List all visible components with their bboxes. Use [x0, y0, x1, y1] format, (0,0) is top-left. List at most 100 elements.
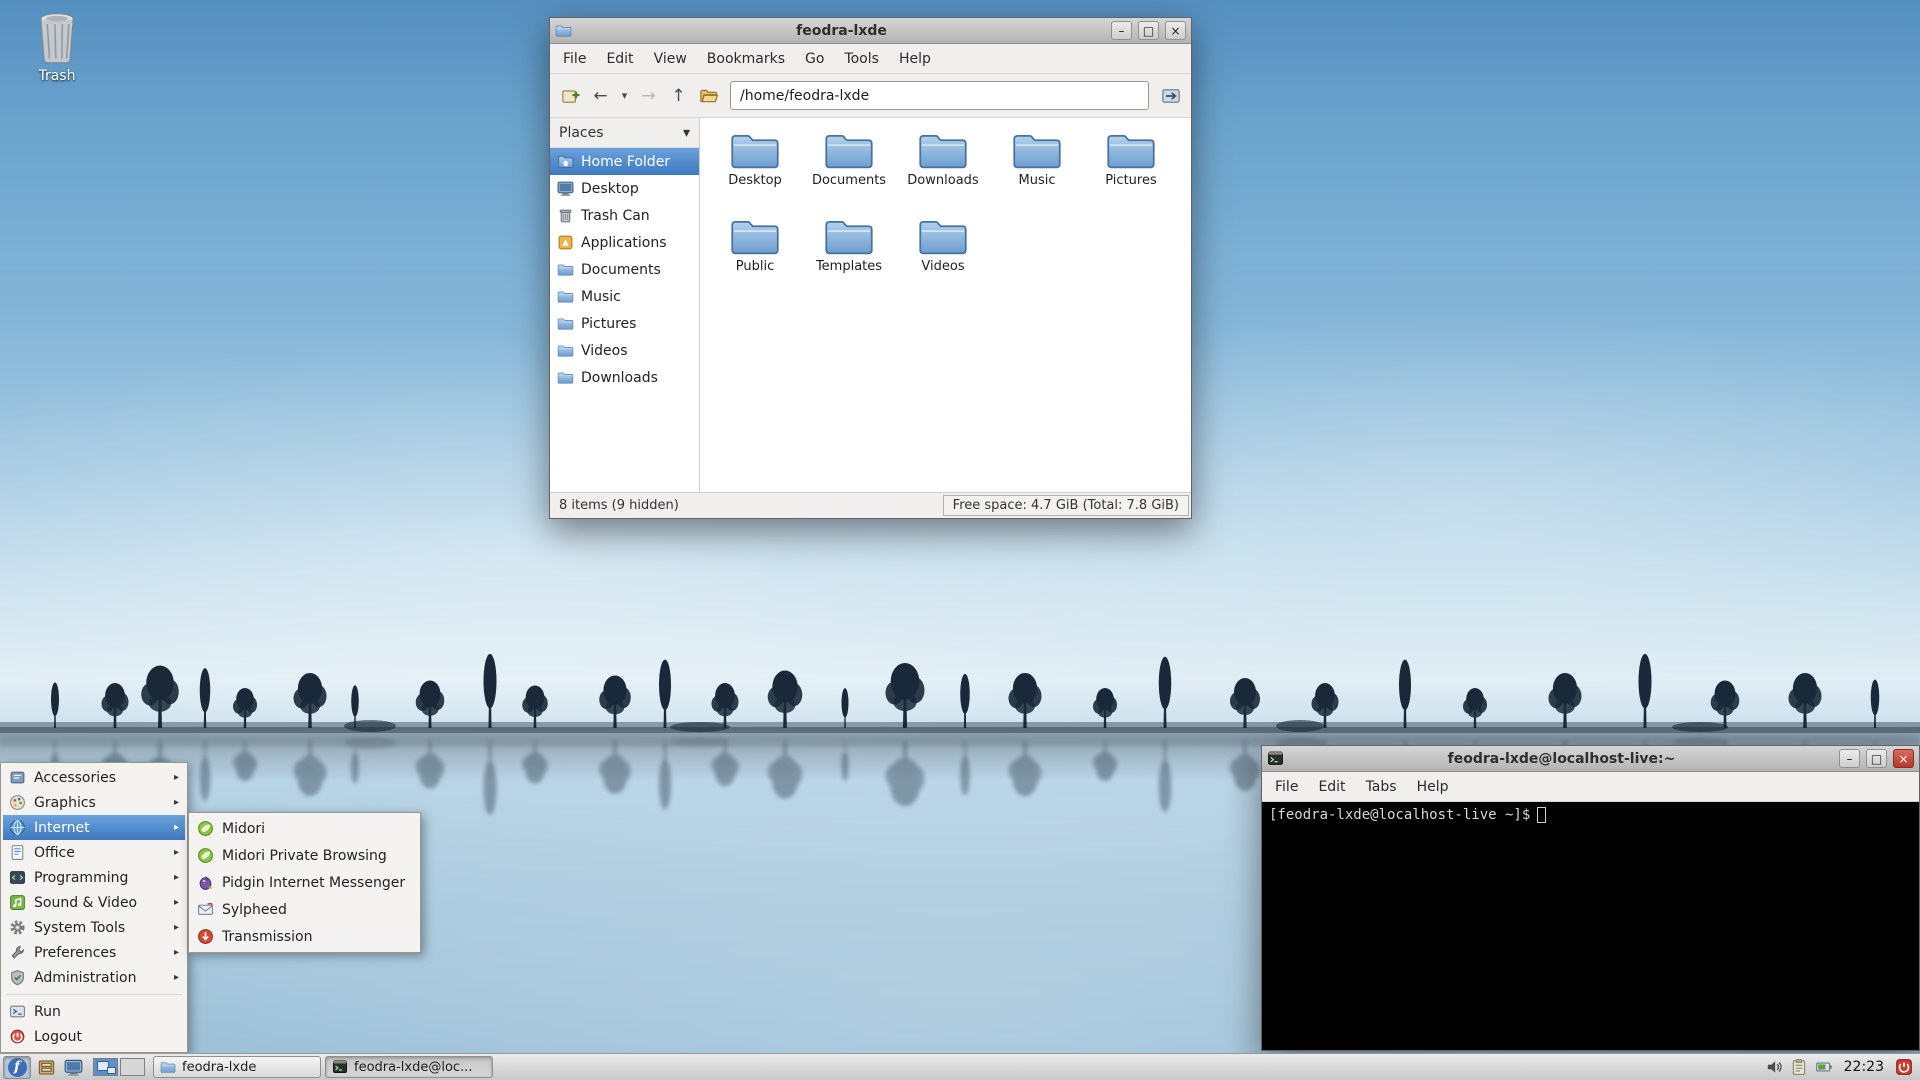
- folder-item-videos[interactable]: Videos: [896, 214, 990, 296]
- submenu-arrow-icon: ▸: [173, 947, 179, 958]
- submenu-item-midori-private[interactable]: Midori Private Browsing: [191, 842, 418, 869]
- sidebar-item-downloads[interactable]: Downloads: [550, 364, 699, 391]
- history-dropdown[interactable]: ▾: [617, 82, 632, 110]
- power-icon[interactable]: [1895, 1058, 1913, 1076]
- trash-icon: [31, 10, 83, 66]
- menu-tabs[interactable]: Tabs: [1357, 775, 1406, 799]
- menu-bookmarks[interactable]: Bookmarks: [698, 47, 794, 71]
- sylpheed-icon: [197, 901, 214, 918]
- sidebar-item-videos[interactable]: Videos: [550, 337, 699, 364]
- system-tray: 22:23: [1765, 1058, 1917, 1076]
- terminal-output[interactable]: [feodra-lxde@localhost-live ~]$: [1262, 802, 1919, 1050]
- terminal-titlebar[interactable]: feodra-lxde@localhost-live:~ – □ ×: [1262, 746, 1919, 772]
- window-title: feodra-lxde@localhost-live:~: [1447, 750, 1676, 767]
- battery-icon[interactable]: [1815, 1058, 1833, 1076]
- menu-help[interactable]: Help: [890, 47, 940, 71]
- file-manager-titlebar[interactable]: feodra-lxde – □ ×: [550, 18, 1191, 44]
- folder-icon: [823, 214, 875, 258]
- file-manager-launcher[interactable]: [35, 1056, 58, 1079]
- folder-item-desktop[interactable]: Desktop: [708, 128, 802, 210]
- menu-file[interactable]: File: [1266, 775, 1307, 799]
- up-button[interactable]: ↑: [665, 82, 692, 110]
- sidebar-item-home-folder[interactable]: Home Folder: [550, 148, 699, 175]
- minimize-button[interactable]: –: [1839, 749, 1860, 768]
- fedora-logo-icon: f: [7, 1057, 27, 1077]
- sidebar-item-applications[interactable]: Applications: [550, 229, 699, 256]
- submenu-item-sylpheed[interactable]: Sylpheed: [191, 896, 418, 923]
- forward-button[interactable]: →: [635, 82, 662, 110]
- workspace-2[interactable]: [120, 1058, 145, 1076]
- menu-view[interactable]: View: [645, 47, 696, 71]
- menu-item-programming[interactable]: Programming ▸: [3, 865, 185, 890]
- places-header[interactable]: Places ▾: [550, 118, 699, 148]
- volume-icon[interactable]: [1765, 1058, 1783, 1076]
- menu-item-accessories[interactable]: Accessories ▸: [3, 765, 185, 790]
- office-icon: [9, 844, 26, 861]
- folder-item-templates[interactable]: Templates: [802, 214, 896, 296]
- terminal-window: feodra-lxde@localhost-live:~ – □ × File …: [1261, 745, 1920, 1051]
- application-menu: Accessories ▸ Graphics ▸ Internet ▸ Offi…: [0, 762, 188, 1053]
- start-menu-button[interactable]: f: [3, 1055, 31, 1079]
- folder-item-documents[interactable]: Documents: [802, 128, 896, 210]
- submenu-item-pidgin[interactable]: Pidgin Internet Messenger: [191, 869, 418, 896]
- jump-to-button[interactable]: [1157, 82, 1184, 110]
- clipboard-icon[interactable]: [1790, 1058, 1808, 1076]
- preferences-icon: [9, 944, 26, 961]
- submenu-item-transmission[interactable]: Transmission: [191, 923, 418, 950]
- menu-item-system-tools[interactable]: System Tools ▸: [3, 915, 185, 940]
- system-tools-icon: [9, 919, 26, 936]
- workspace-1[interactable]: [93, 1058, 118, 1076]
- location-folder-button[interactable]: [695, 82, 722, 110]
- new-tab-icon: [561, 89, 579, 103]
- folder-item-music[interactable]: Music: [990, 128, 1084, 210]
- maximize-button[interactable]: □: [1138, 21, 1159, 40]
- trash-icon: [557, 207, 574, 224]
- folder-item-pictures[interactable]: Pictures: [1084, 128, 1178, 210]
- midori-private-icon: [197, 847, 214, 864]
- back-button[interactable]: ←: [587, 82, 614, 110]
- sidebar-item-desktop[interactable]: Desktop: [550, 175, 699, 202]
- folder-icon: [160, 1059, 176, 1075]
- close-button[interactable]: ×: [1893, 749, 1914, 768]
- submenu-arrow-icon: ▸: [173, 972, 179, 983]
- menu-item-office[interactable]: Office ▸: [3, 840, 185, 865]
- menu-item-preferences[interactable]: Preferences ▸: [3, 940, 185, 965]
- menu-help[interactable]: Help: [1408, 775, 1458, 799]
- sidebar-item-documents[interactable]: Documents: [550, 256, 699, 283]
- open-folder-icon: [699, 86, 719, 106]
- task-button-terminal[interactable]: feodra-lxde@loc...: [325, 1056, 493, 1078]
- menu-go[interactable]: Go: [796, 47, 833, 71]
- menu-edit[interactable]: Edit: [1309, 775, 1354, 799]
- menu-item-internet[interactable]: Internet ▸: [3, 815, 185, 840]
- menu-item-graphics[interactable]: Graphics ▸: [3, 790, 185, 815]
- shell-prompt: [feodra-lxde@localhost-live ~]$: [1269, 807, 1531, 823]
- desktop-launcher[interactable]: [62, 1056, 85, 1079]
- new-tab-button[interactable]: [557, 82, 584, 110]
- close-button[interactable]: ×: [1165, 21, 1186, 40]
- menu-item-sound-video[interactable]: Sound & Video ▸: [3, 890, 185, 915]
- menu-item-logout[interactable]: Logout: [3, 1024, 185, 1049]
- menu-item-administration[interactable]: Administration ▸: [3, 965, 185, 990]
- minimize-button[interactable]: –: [1111, 21, 1132, 40]
- clock[interactable]: 22:23: [1840, 1059, 1888, 1075]
- folder-icon: [557, 342, 574, 359]
- trash-desktop-icon[interactable]: Trash: [22, 10, 92, 84]
- folder-item-downloads[interactable]: Downloads: [896, 128, 990, 210]
- maximize-button[interactable]: □: [1866, 749, 1887, 768]
- menu-item-run[interactable]: Run: [3, 999, 185, 1024]
- path-input[interactable]: [730, 81, 1149, 110]
- folder-item-public[interactable]: Public: [708, 214, 802, 296]
- menu-edit[interactable]: Edit: [597, 47, 642, 71]
- submenu-item-midori[interactable]: Midori: [191, 815, 418, 842]
- folder-icon: [729, 214, 781, 258]
- menu-tools[interactable]: Tools: [835, 47, 888, 71]
- treeline-silhouette: [0, 583, 1920, 733]
- menu-file[interactable]: File: [554, 47, 595, 71]
- sidebar-item-trash-can[interactable]: Trash Can: [550, 202, 699, 229]
- sidebar-item-music[interactable]: Music: [550, 283, 699, 310]
- folder-icon: [917, 128, 969, 172]
- sidebar-item-pictures[interactable]: Pictures: [550, 310, 699, 337]
- terminal-menubar: File Edit Tabs Help: [1262, 772, 1919, 802]
- task-button-file-manager[interactable]: feodra-lxde: [153, 1056, 321, 1078]
- folder-view[interactable]: Desktop Documents Downloads Music Pictur…: [700, 118, 1191, 492]
